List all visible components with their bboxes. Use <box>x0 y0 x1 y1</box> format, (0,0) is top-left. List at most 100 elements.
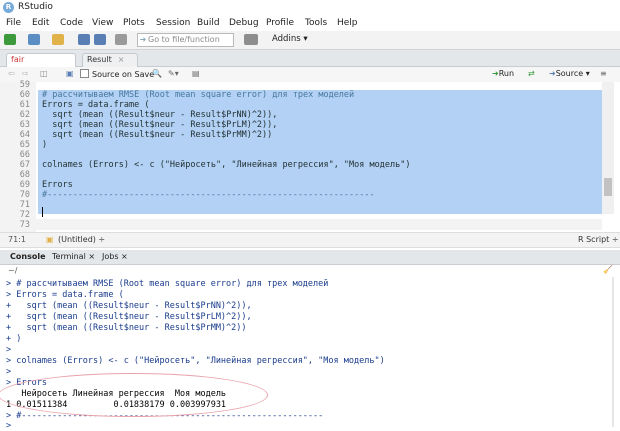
menu-bar: File Edit Code View Plots Session Build … <box>0 16 620 31</box>
tab-fair-price[interactable]: fair price.R*× <box>6 53 76 76</box>
console-line: + sqrt (mean ((Result$neur - Result$PrNN… <box>6 301 252 311</box>
menu-tools[interactable]: Tools <box>305 18 327 28</box>
console-line: > colnames (Errors) <- c ("Нейросеть", "… <box>6 356 385 366</box>
console-line: + ) <box>6 334 22 344</box>
tab-console[interactable]: Console <box>10 252 46 261</box>
source-on-save-checkbox[interactable]: Source on Save <box>80 69 154 79</box>
horizontal-scrollbar[interactable] <box>36 219 602 230</box>
close-icon[interactable]: × <box>118 55 125 64</box>
outline-icon[interactable]: ≡ <box>600 69 607 78</box>
goto-file-input[interactable]: ➜ Go to file/function <box>137 33 234 47</box>
run-label: Run <box>498 69 515 78</box>
line-number: 67 <box>19 160 30 170</box>
scrollbar-thumb[interactable] <box>604 178 612 196</box>
menu-help[interactable]: Help <box>337 18 358 28</box>
compile-report-icon[interactable]: ▤ <box>192 69 200 78</box>
forward-arrow-icon[interactable]: ⇨ <box>22 69 29 78</box>
line-number-gutter: 59 60 61 62 63 64 65 66 67 68 69 70 71 7… <box>0 80 36 232</box>
console-scrollbar[interactable] <box>612 277 614 427</box>
new-project-icon[interactable] <box>28 34 40 45</box>
menu-plots[interactable]: Plots <box>123 18 145 28</box>
code-line: sqrt (mean ((Result$neur - Result$PrLM)^… <box>42 120 278 130</box>
line-number: 61 <box>19 100 30 110</box>
goto-placeholder: Go to file/function <box>148 35 220 44</box>
main-toolbar: ➜ Go to file/function Addins ▾ <box>0 31 620 50</box>
text-cursor <box>42 207 43 217</box>
console-line: + sqrt (mean ((Result$neur - Result$PrLM… <box>6 312 252 322</box>
menu-profile[interactable]: Profile <box>266 18 294 28</box>
highlight-circle <box>0 373 268 417</box>
rstudio-logo-icon: R <box>3 2 14 13</box>
rerun-icon[interactable]: ⇄ <box>528 69 535 78</box>
scope-selector[interactable]: (Untitled) ÷ <box>58 235 105 244</box>
code-line: colnames (Errors) <- c ("Нейросеть", "Ли… <box>42 160 411 170</box>
menu-session[interactable]: Session <box>156 18 190 28</box>
search-icon[interactable]: 🔍 <box>152 69 162 78</box>
title-bar: R RStudio <box>0 0 620 16</box>
run-button[interactable]: ➜Run <box>492 69 514 78</box>
open-folder-icon[interactable] <box>52 34 64 45</box>
window-title: RStudio <box>18 2 53 12</box>
code-line: sqrt (mean ((Result$neur - Result$PrNN)^… <box>42 110 278 120</box>
line-number: 72 <box>19 210 30 220</box>
line-number: 64 <box>19 130 30 140</box>
line-number: 69 <box>19 180 30 190</box>
console-prompt[interactable]: > <box>6 421 11 431</box>
code-line: Errors <box>42 180 73 190</box>
save-all-icon[interactable] <box>94 34 106 45</box>
line-number: 68 <box>19 170 30 180</box>
show-in-window-icon[interactable]: ◫ <box>40 69 48 78</box>
console-line: > <box>6 345 12 355</box>
tab-result[interactable]: Result × <box>82 53 138 67</box>
run-arrow-icon: ➜ <box>492 69 499 78</box>
menu-code[interactable]: Code <box>60 18 83 28</box>
working-directory: ~/ <box>8 266 18 275</box>
print-icon[interactable] <box>115 34 127 45</box>
menu-view[interactable]: View <box>92 18 113 28</box>
editor-tabs: fair price.R*× Result × <box>0 50 620 76</box>
menu-build[interactable]: Build <box>197 18 220 28</box>
editor-toolbar: ⇦ ⇨ ◫ ▣ Source on Save 🔍 ✎▾ ▤ ➜Run ⇄ ➜So… <box>0 67 620 83</box>
code-line: Errors = data.frame ( <box>42 100 150 110</box>
source-button[interactable]: ➜Source ▾ <box>549 69 590 78</box>
console-line: > <box>6 367 12 377</box>
source-on-save-label: Source on Save <box>92 70 155 79</box>
code-line: #---------------------------------------… <box>42 190 375 200</box>
line-number: 73 <box>19 220 30 230</box>
addins-button[interactable]: Addins ▾ <box>272 34 308 44</box>
console-path-bar: ~/ 🧹 <box>0 265 620 277</box>
menu-debug[interactable]: Debug <box>229 18 259 28</box>
code-line: ) <box>42 140 48 150</box>
code-line: sqrt (mean ((Result$neur - Result$PrMM)^… <box>42 130 273 140</box>
line-number: 65 <box>19 140 30 150</box>
clear-console-icon[interactable]: 🧹 <box>603 265 613 274</box>
tab-label: Result <box>87 55 112 64</box>
line-number: 63 <box>19 120 30 130</box>
new-file-icon[interactable] <box>4 34 16 45</box>
menu-edit[interactable]: Edit <box>32 18 49 28</box>
tab-terminal[interactable]: Terminal × <box>52 252 95 261</box>
code-line: # рассчитываем RMSE (Root mean square er… <box>42 90 355 100</box>
console-line: > # рассчитываем RMSE (Root mean square … <box>6 279 329 289</box>
tab-jobs[interactable]: Jobs × <box>102 252 128 261</box>
grid-layout-icon[interactable] <box>244 34 258 45</box>
line-number: 71 <box>19 200 30 210</box>
cursor-position: 71:1 <box>8 235 26 244</box>
save-file-icon[interactable]: ▣ <box>66 69 74 78</box>
save-icon[interactable] <box>78 34 90 45</box>
line-number: 66 <box>19 150 30 160</box>
source-arrow-icon: ➜ <box>549 69 556 78</box>
console-tabs: Console Terminal × Jobs × <box>0 250 620 265</box>
line-number: 70 <box>19 190 30 200</box>
line-number: 62 <box>19 110 30 120</box>
filetype-selector[interactable]: R Script ÷ <box>578 235 619 244</box>
vertical-scrollbar[interactable] <box>602 82 614 214</box>
code-editor[interactable]: 59 60 61 62 63 64 65 66 67 68 69 70 71 7… <box>0 80 620 232</box>
menu-file[interactable]: File <box>6 18 21 28</box>
editor-status-bar: 71:1 ▣ (Untitled) ÷ R Script ÷ <box>0 232 620 248</box>
console-output[interactable]: > # рассчитываем RMSE (Root mean square … <box>0 277 620 431</box>
goto-arrow-icon: ➜ <box>139 35 147 44</box>
console-line: > Errors = data.frame ( <box>6 290 124 300</box>
code-tools-icon[interactable]: ✎▾ <box>168 69 179 78</box>
back-arrow-icon[interactable]: ⇦ <box>8 69 15 78</box>
